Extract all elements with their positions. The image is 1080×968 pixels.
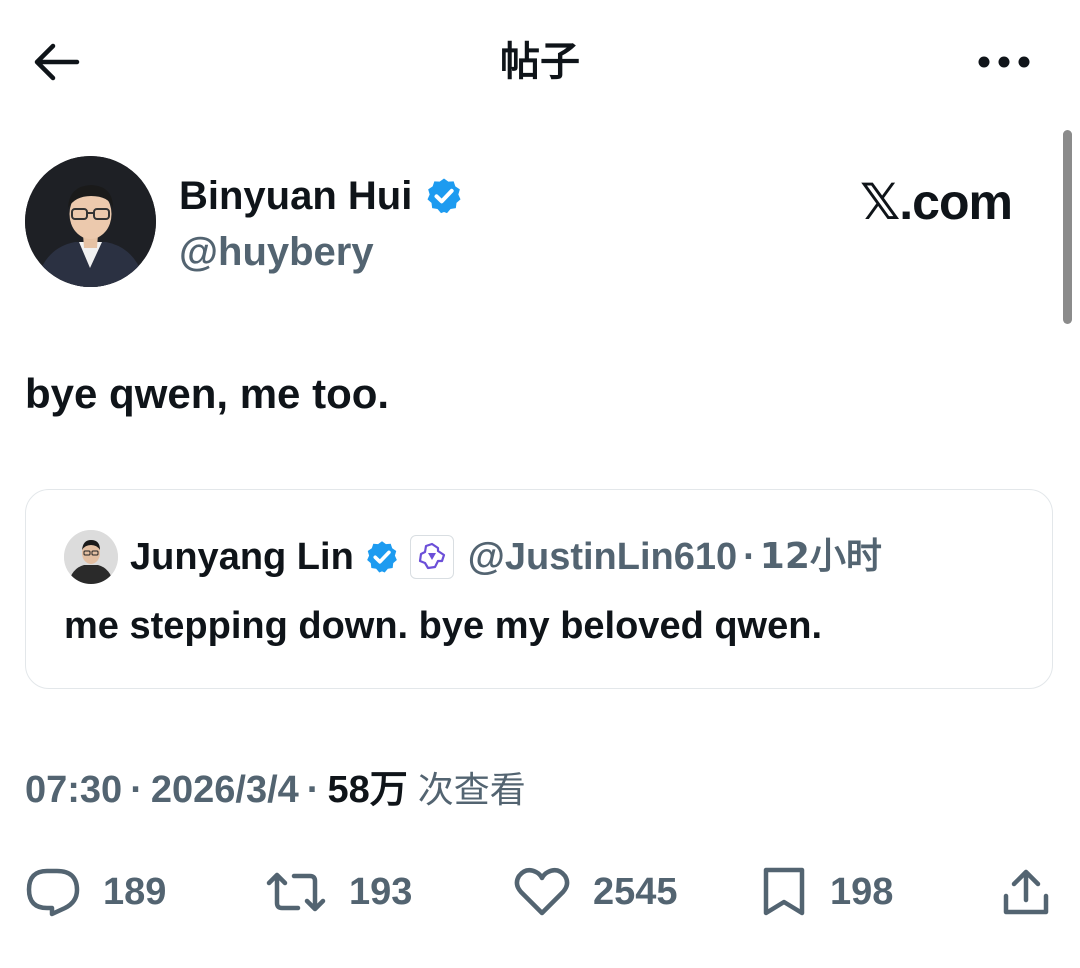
- tweet-text: bye qwen, me too.: [25, 370, 390, 417]
- author-name-text: Binyuan Hui: [179, 174, 413, 218]
- repost-button[interactable]: 193: [265, 860, 412, 924]
- quoted-tweet-text: me stepping down. bye my beloved qwen.: [64, 605, 823, 647]
- view-count: 58万: [327, 769, 408, 811]
- more-horizontal-icon: [978, 56, 1030, 68]
- quoted-author-handle[interactable]: @JustinLin610: [468, 533, 737, 581]
- author-handle[interactable]: @huybery: [179, 228, 374, 276]
- x-watermark: 𝕏.com: [860, 174, 1013, 230]
- bookmark-count: 198: [830, 871, 894, 913]
- tweet-meta: 07:30 · 2026/3/4 · 58万 次查看: [25, 764, 526, 817]
- view-count-label: 次查看: [417, 770, 526, 811]
- reply-icon: [26, 868, 80, 917]
- page-title: 帖子: [500, 39, 580, 85]
- action-bar: 189 193 2545 198: [0, 860, 1080, 924]
- affiliate-badge[interactable]: [409, 535, 454, 579]
- quoted-avatar-image: [64, 530, 118, 584]
- author-name[interactable]: Binyuan Hui: [179, 172, 464, 220]
- more-options-button[interactable]: [968, 42, 1040, 82]
- share-icon: [1003, 869, 1049, 915]
- tweet-date[interactable]: 2026/3/4: [151, 764, 299, 816]
- separator-dot: ·: [306, 769, 320, 811]
- quoted-time[interactable]: 12小时: [760, 533, 882, 581]
- verified-badge-icon: [427, 178, 461, 214]
- separator-dot: ·: [130, 769, 143, 811]
- top-bar: 帖子: [0, 0, 1080, 122]
- share-button[interactable]: [1000, 860, 1052, 924]
- like-button[interactable]: 2545: [513, 860, 678, 924]
- quoted-tweet-header: Junyang Lin @JustinLin610 · 12小时: [64, 530, 882, 584]
- separator-dot: ·: [743, 535, 756, 578]
- author-avatar[interactable]: [25, 156, 156, 287]
- bookmark-icon: [763, 867, 805, 916]
- qwen-logo-icon: [418, 542, 445, 570]
- quoted-author-avatar[interactable]: [64, 530, 118, 584]
- reply-button[interactable]: 189: [25, 860, 166, 924]
- repost-count: 193: [349, 871, 413, 913]
- quoted-tweet-card[interactable]: Junyang Lin @JustinLin610 · 12小时 me step…: [25, 489, 1053, 689]
- scrollbar[interactable]: [1063, 130, 1072, 324]
- bookmark-button[interactable]: 198: [760, 860, 893, 924]
- avatar-image: [25, 156, 156, 287]
- like-count: 2545: [593, 871, 678, 913]
- reply-count: 189: [103, 871, 167, 913]
- like-icon: [514, 867, 570, 916]
- tweet-time[interactable]: 07:30: [25, 764, 122, 816]
- verified-badge-icon: [366, 541, 397, 573]
- quoted-author-name[interactable]: Junyang Lin: [130, 533, 354, 581]
- repost-icon: [266, 872, 326, 912]
